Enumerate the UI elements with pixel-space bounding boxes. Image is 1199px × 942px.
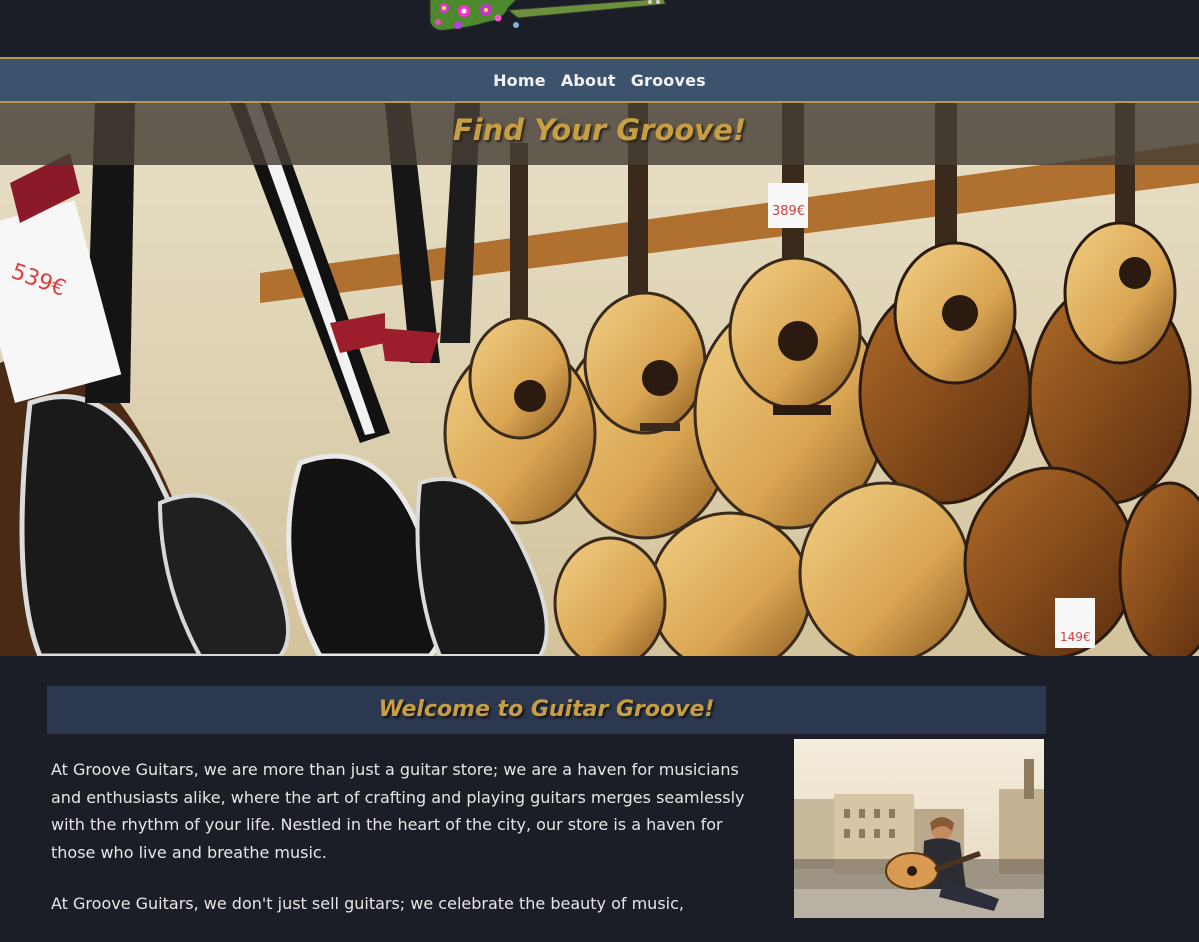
street-guitarist-image	[794, 739, 1044, 918]
hero-title: Find Your Groove!	[452, 113, 747, 147]
nav-grooves-link[interactable]: Grooves	[631, 71, 706, 90]
street-guitarist-photo	[794, 739, 1044, 918]
welcome-paragraph-2: At Groove Guitars, we don't just sell gu…	[51, 894, 684, 913]
welcome-content: At Groove Guitars, we are more than just…	[51, 756, 761, 942]
hero-title-banner: Find Your Groove!	[0, 103, 1199, 165]
hero-section: 539€ 389€ 149€ Find Your Groove!	[0, 103, 1199, 656]
main-nav: Home About Grooves	[0, 57, 1199, 103]
welcome-paragraph-1: At Groove Guitars, we are more than just…	[51, 760, 745, 862]
welcome-title: Welcome to Guitar Groove!	[378, 697, 715, 722]
price-tag-right: 149€	[1060, 630, 1091, 644]
nav-about-link[interactable]: About	[561, 71, 616, 90]
guitar-store-hero-image: 539€ 389€ 149€	[0, 103, 1199, 656]
guitar-logo-icon[interactable]	[428, 0, 668, 34]
nav-home-link[interactable]: Home	[493, 71, 546, 90]
price-tag-top: 389€	[772, 204, 805, 219]
site-header	[0, 0, 1199, 57]
welcome-section-header: Welcome to Guitar Groove!	[47, 686, 1046, 734]
nav-links: Home About Grooves	[0, 59, 1199, 101]
